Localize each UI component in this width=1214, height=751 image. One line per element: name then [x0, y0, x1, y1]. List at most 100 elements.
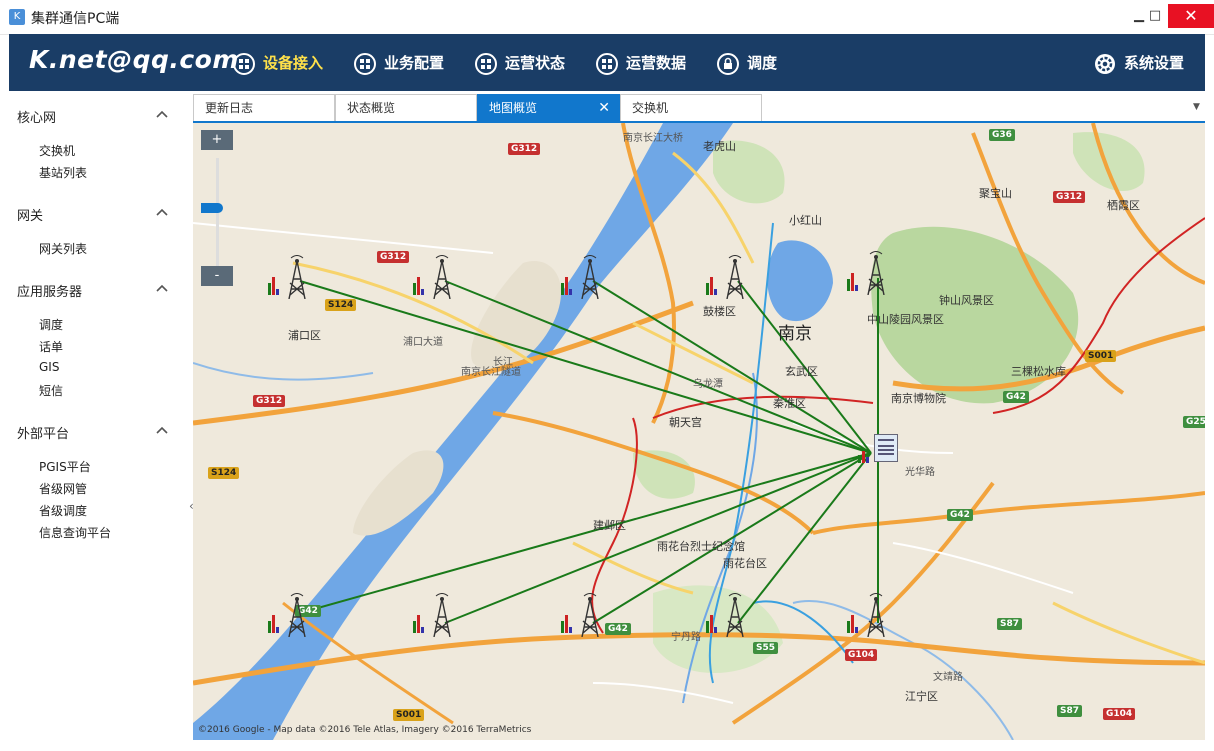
highway-shield: S87: [1057, 705, 1083, 717]
map-label-xuanwu: 玄武区: [785, 365, 818, 378]
tab-label: 更新日志: [205, 101, 254, 115]
map-label-chaotiangong: 朝天宫: [669, 416, 702, 429]
map-label-wulongtan: 乌龙潭: [693, 379, 723, 390]
base-station[interactable]: [259, 593, 319, 637]
sidebar-item-sms[interactable]: 短信: [39, 382, 63, 399]
grid-icon: [596, 52, 618, 75]
sidebar-group-gateway[interactable]: 网关: [17, 205, 43, 224]
zoom-slider-thumb[interactable]: [201, 202, 223, 213]
tower-icon: [726, 593, 744, 637]
map-label-nanjing: 南京: [778, 324, 812, 344]
signal-bars-icon: [561, 615, 575, 633]
window-title: 集群通信PC端: [31, 11, 120, 27]
signal-bars-icon: [268, 615, 282, 633]
map-label-sankesongshui: 三棵松水库: [1011, 365, 1066, 378]
highway-shield: G312: [508, 143, 541, 155]
base-station[interactable]: [697, 593, 757, 637]
highway-shield: G312: [1053, 191, 1086, 203]
tab-bar: 更新日志 状态概览 地图概览 ✕ 交换机 ▼: [193, 94, 1205, 122]
switch-node-icon[interactable]: [874, 434, 898, 462]
nav-business-config[interactable]: 业务配置: [354, 51, 444, 75]
zoom-control: + -: [201, 130, 233, 290]
sidebar-item-gateway-list[interactable]: 网关列表: [39, 240, 87, 257]
sidebar-group-core-network[interactable]: 核心网: [17, 107, 56, 126]
tab-status-overview[interactable]: 状态概览: [335, 94, 477, 121]
highway-shield: G36: [989, 129, 1015, 141]
nav-label: 运营数据: [626, 54, 687, 72]
base-station[interactable]: [404, 255, 464, 299]
map-label-pukou-avenue: 浦口大道: [403, 337, 443, 348]
title-bar: K 集群通信PC端 ▁ □ ✕: [0, 0, 1214, 35]
base-station[interactable]: [552, 593, 612, 637]
chevron-up-icon[interactable]: [155, 108, 169, 122]
tab-dropdown-icon[interactable]: ▼: [1193, 102, 1200, 112]
sidebar-group-app-server[interactable]: 应用服务器: [17, 281, 82, 300]
map-label-qixia: 栖霞区: [1107, 199, 1140, 212]
grid-icon: [233, 52, 255, 75]
grid-icon: [475, 52, 497, 75]
sidebar-item-info-query[interactable]: 信息查询平台: [39, 524, 111, 541]
maximize-button[interactable]: □: [1140, 4, 1170, 28]
tab-close-icon[interactable]: ✕: [598, 95, 610, 122]
grid-icon: [354, 52, 376, 75]
zoom-out-button[interactable]: -: [201, 266, 233, 286]
sidebar-item-switch[interactable]: 交换机: [39, 142, 75, 159]
map-label-pukou: 浦口区: [288, 329, 321, 342]
tab-update-log[interactable]: 更新日志: [193, 94, 335, 121]
nav-system-settings[interactable]: 系统设置: [1094, 51, 1184, 75]
base-station[interactable]: [552, 255, 612, 299]
app-logo-icon: K: [9, 9, 25, 25]
tower-icon: [581, 593, 599, 637]
tower-icon: [726, 255, 744, 299]
signal-bars-icon: [706, 615, 720, 633]
base-station[interactable]: [697, 255, 757, 299]
nav-label: 运营状态: [505, 54, 566, 72]
nav-operation-status[interactable]: 运营状态: [475, 51, 565, 75]
highway-shield: G42: [1003, 391, 1029, 403]
nav-operation-data[interactable]: 运营数据: [596, 51, 686, 75]
nav-label: 系统设置: [1124, 54, 1185, 72]
tab-map-overview[interactable]: 地图概览 ✕: [477, 94, 620, 121]
sidebar-item-pgis[interactable]: PGIS平台: [39, 458, 91, 475]
base-station[interactable]: [838, 593, 898, 637]
chevron-up-icon[interactable]: [155, 206, 169, 220]
tab-switch[interactable]: 交换机: [620, 94, 762, 121]
base-station[interactable]: [404, 593, 464, 637]
highway-shield: S001: [393, 709, 425, 721]
sidebar-item-base-station-list[interactable]: 基站列表: [39, 164, 87, 181]
highway-shield: G104: [1103, 708, 1136, 720]
nav-device-access[interactable]: 设备接入: [233, 51, 323, 75]
sidebar-item-call-records[interactable]: 话单: [39, 338, 63, 355]
tower-icon: [867, 593, 885, 637]
tower-icon: [288, 593, 306, 637]
map-label-zhongshan: 钟山风景区: [939, 294, 994, 307]
map-view[interactable]: 南京 浦口区 鼓楼区 玄武区 秦淮区 建邺区 雨花台区 江宁区 老虎山 小红山 …: [193, 123, 1205, 740]
tab-label: 地图概览: [489, 101, 538, 115]
sidebar-item-provincial-nms[interactable]: 省级网管: [39, 480, 87, 497]
sidebar-group-external-platform[interactable]: 外部平台: [17, 423, 69, 442]
base-station[interactable]: [259, 255, 319, 299]
sidebar-item-dispatch[interactable]: 调度: [39, 316, 63, 333]
nav-label: 设备接入: [263, 54, 324, 72]
sidebar-item-provincial-dispatch[interactable]: 省级调度: [39, 502, 87, 519]
map-label-jiangning: 江宁区: [905, 690, 938, 703]
brand-logo: K.net@qq.com: [29, 45, 239, 74]
chevron-up-icon[interactable]: [155, 424, 169, 438]
map-label-guanghualu: 光华路: [905, 467, 935, 478]
nav-dispatch[interactable]: 调度: [717, 51, 777, 75]
zoom-in-button[interactable]: +: [201, 130, 233, 150]
close-button[interactable]: ✕: [1168, 4, 1214, 28]
map-label-bridge: 南京长江大桥: [623, 133, 683, 144]
map-label-xiaohongshan: 小红山: [789, 214, 822, 227]
chevron-up-icon[interactable]: [155, 282, 169, 296]
highway-shield: G104: [845, 649, 878, 661]
base-station[interactable]: [838, 251, 898, 295]
tab-label: 状态概览: [347, 101, 396, 115]
signal-bars-icon: [268, 277, 282, 295]
signal-bars-icon: [847, 615, 861, 633]
map-label-qinhuai: 秦淮区: [773, 397, 806, 410]
signal-bars-icon: [413, 277, 427, 295]
highway-shield: S001: [1085, 350, 1117, 362]
sidebar-item-gis[interactable]: GIS: [39, 360, 59, 374]
zoom-slider-track[interactable]: [216, 158, 219, 268]
